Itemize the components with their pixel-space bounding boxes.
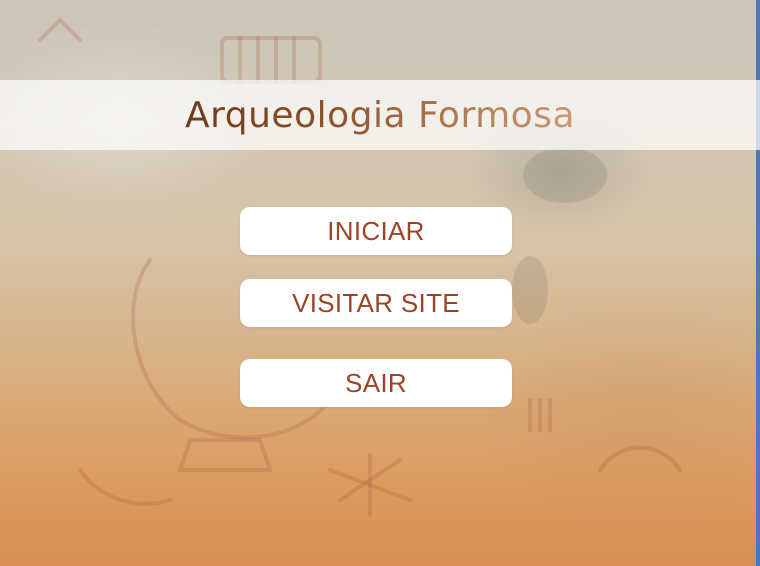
exit-button-label: SAIR xyxy=(345,367,407,398)
title-banner: Arqueologia Formosa xyxy=(0,80,760,150)
app-title: Arqueologia Formosa xyxy=(184,94,576,136)
visit-site-button[interactable]: VISITAR SITE xyxy=(240,279,512,327)
main-menu-screen: Arqueologia Formosa INICIAR VISITAR SITE… xyxy=(0,0,760,566)
start-button[interactable]: INICIAR xyxy=(240,207,512,255)
visit-site-button-label: VISITAR SITE xyxy=(292,287,460,318)
exit-button[interactable]: SAIR xyxy=(240,359,512,407)
start-button-label: INICIAR xyxy=(327,215,425,246)
